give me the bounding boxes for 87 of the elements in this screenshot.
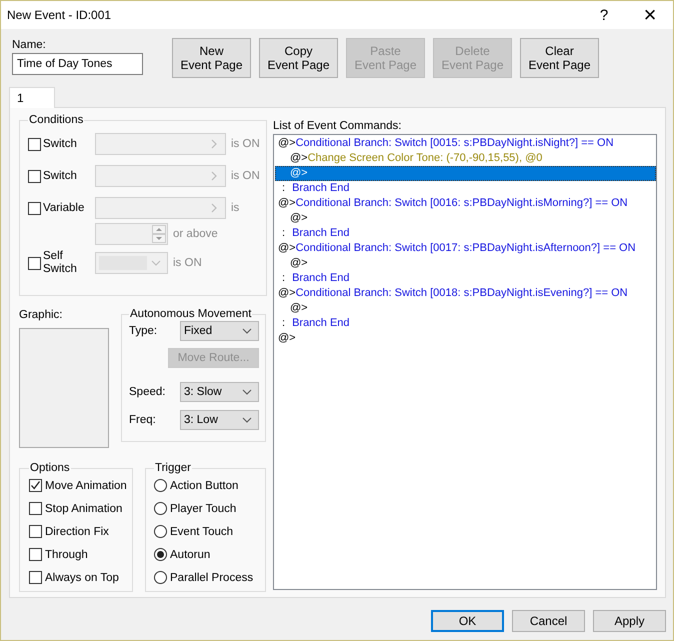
command-line[interactable]: : Branch End [275, 316, 656, 331]
condition-label: Self Switch [43, 250, 78, 276]
dropdown-value: Fixed [184, 325, 212, 337]
option-label: Always on Top [45, 572, 119, 584]
field-label: Speed: [129, 386, 166, 398]
group-title: Conditions [28, 114, 84, 126]
command-line[interactable]: @>Change Screen Color Tone: (-70,-90,15,55), @0 [275, 151, 656, 166]
command-line[interactable]: @> [275, 211, 656, 226]
condition-label: Switch [43, 170, 77, 182]
checkbox[interactable] [28, 170, 41, 182]
command-line[interactable]: @>Conditional Branch: Switch [0017: s:PBDayNight.isAfternoon?] == ON [275, 241, 656, 256]
option-label: Move Animation [45, 480, 127, 492]
checkbox[interactable] [29, 502, 42, 515]
condition-suffix: is ON [231, 138, 260, 150]
page-tab[interactable]: 1 [9, 87, 55, 108]
condition-label: Switch [43, 138, 77, 150]
dropdown-value: 3: Low [184, 414, 218, 426]
trigger-label: Player Touch [170, 502, 236, 514]
chevron-right-icon [211, 139, 217, 149]
option-label: Direction Fix [45, 526, 109, 538]
checkbox[interactable] [28, 202, 41, 214]
group-title: Trigger [154, 462, 192, 474]
command-line[interactable]: @> [275, 331, 656, 346]
checkbox[interactable] [28, 138, 41, 150]
dialog-button[interactable]: OK [431, 610, 504, 632]
option-label: Stop Animation [45, 502, 122, 514]
checkbox[interactable] [28, 256, 41, 270]
command-line[interactable]: @>Conditional Branch: Switch [0016: s:PBDayNight.isMorning?] == ON [275, 196, 656, 211]
dropdown[interactable]: Fixed [180, 321, 259, 341]
help-button[interactable]: ? [581, 1, 627, 29]
event-page-button[interactable]: New Event Page [172, 38, 251, 78]
field-label: Type: [129, 325, 158, 337]
chevron-down-icon [242, 417, 252, 423]
radio-button[interactable] [154, 525, 167, 538]
event-page-button[interactable]: Clear Event Page [520, 38, 599, 78]
field-label: Freq: [129, 414, 156, 426]
name-field[interactable]: Time of Day Tones [12, 53, 143, 75]
group-title: Autonomous Movement [129, 308, 252, 320]
picker-field[interactable] [95, 165, 226, 187]
dropdown-value: 3: Slow [184, 386, 222, 398]
chevron-right-icon [211, 203, 217, 213]
command-line[interactable]: : Branch End [275, 226, 656, 241]
chevron-right-icon [211, 171, 217, 181]
radio-button[interactable] [154, 479, 167, 492]
command-line[interactable]: : Branch End [275, 181, 656, 196]
check-icon [30, 480, 41, 491]
name-label: Name: [12, 38, 47, 52]
chevron-down-icon [242, 389, 252, 395]
command-line[interactable]: @> [275, 301, 656, 316]
graphic-label: Graphic: [19, 308, 64, 322]
condition-suffix: is [231, 202, 240, 214]
command-line[interactable]: @>Conditional Branch: Switch [0018: s:PBDayNight.isEvening?] == ON [275, 286, 656, 301]
picker-field[interactable] [95, 133, 226, 155]
radio-button[interactable] [154, 571, 167, 584]
group-title: Options [29, 462, 71, 474]
dropdown[interactable]: 3: Slow [180, 382, 259, 402]
condition-suffix: is ON [173, 257, 202, 269]
command-line[interactable]: @> [275, 256, 656, 271]
checkbox[interactable] [29, 525, 42, 538]
command-line[interactable]: @>Conditional Branch: Switch [0015: s:PBDayNight.isNight?] == ON [275, 136, 656, 151]
chevron-down-icon [151, 260, 161, 266]
self-switch-dropdown[interactable] [95, 252, 168, 274]
dialog-button[interactable]: Apply [593, 610, 666, 632]
list-label: List of Event Commands: [273, 119, 402, 133]
dialog-button[interactable]: Cancel [512, 610, 585, 632]
window-title: New Event - ID:001 [7, 8, 112, 22]
trigger-label: Event Touch [170, 526, 234, 538]
condition-suffix: is ON [231, 170, 260, 182]
radio-button[interactable] [154, 548, 167, 561]
trigger-label: Action Button [170, 480, 238, 492]
close-button[interactable]: × [627, 1, 673, 29]
spin-arrows-icon [152, 224, 166, 242]
option-label: Through [45, 548, 88, 560]
condition-label: Variable [43, 202, 84, 214]
condition-suffix: or above [173, 228, 218, 240]
trigger-label: Parallel Process [170, 572, 254, 584]
checkbox[interactable] [29, 479, 42, 492]
event-page-button[interactable]: Copy Event Page [259, 38, 338, 78]
picker-field[interactable] [95, 197, 226, 219]
command-line[interactable]: : Branch End [275, 271, 656, 286]
command-list[interactable] [273, 134, 657, 590]
checkbox[interactable] [29, 571, 42, 584]
trigger-label: Autorun [170, 548, 210, 560]
chevron-down-icon [242, 328, 252, 334]
radio-button[interactable] [154, 502, 167, 515]
dropdown[interactable]: 3: Low [180, 410, 259, 430]
checkbox[interactable] [29, 548, 42, 561]
